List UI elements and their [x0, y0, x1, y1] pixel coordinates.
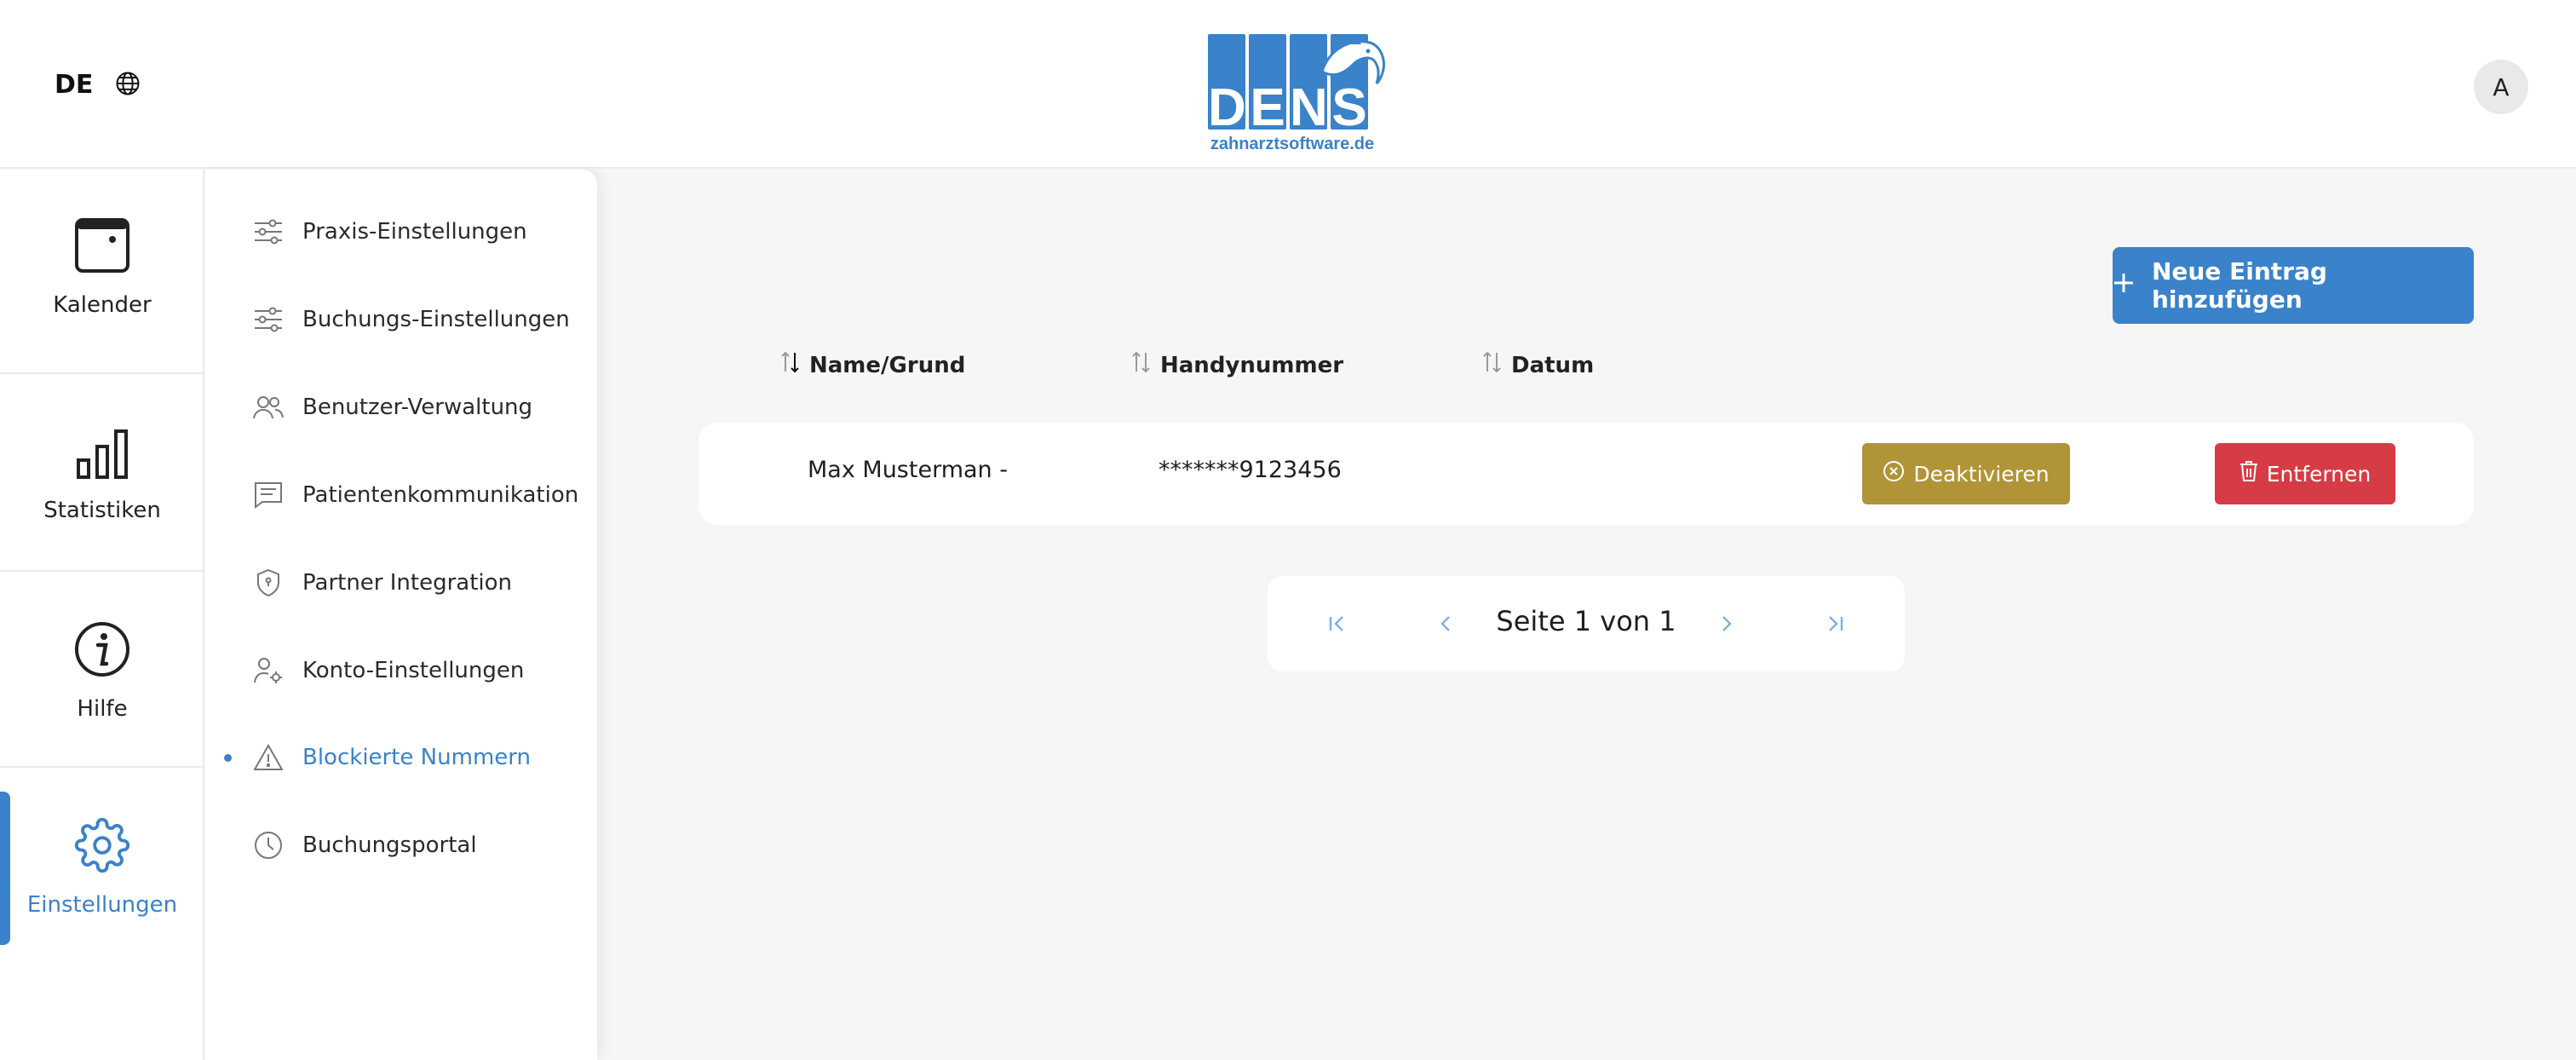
settings-submenu: Praxis-Einstellungen Buchungs-Einstellun…: [205, 170, 597, 1060]
nav-label: Statistiken: [43, 498, 161, 523]
deactivate-button[interactable]: Deaktivieren: [1862, 443, 2070, 504]
user-avatar[interactable]: A: [2474, 60, 2528, 114]
column-label: Name/Grund: [809, 352, 966, 378]
row-name: Max Musterman -: [808, 457, 1008, 483]
gear-icon: [74, 817, 130, 877]
logo-letter: E: [1250, 78, 1285, 137]
submenu-label: Buchungs-Einstellungen: [302, 307, 570, 332]
main-navigation: Kalender Statistiken Hilfe Einstellungen: [0, 170, 204, 1060]
column-label: Handynummer: [1160, 352, 1344, 378]
dens-logo[interactable]: D E N S zahnarztsoftware.de: [1203, 31, 1390, 158]
last-page-button[interactable]: [1818, 607, 1852, 641]
user-gear-icon: [253, 655, 284, 686]
pagination: Seite 1 von 1: [1268, 576, 1905, 671]
submenu-buchungsportal[interactable]: Buchungsportal: [253, 820, 477, 871]
chat-icon: [253, 480, 284, 510]
plus-icon: [2113, 272, 2135, 300]
submenu-label: Buchungsportal: [302, 832, 477, 858]
last-page-icon: [1829, 616, 1843, 631]
column-label: Datum: [1511, 352, 1595, 378]
logo-letter: D: [1208, 78, 1246, 137]
column-header-name[interactable]: Name/Grund: [780, 351, 965, 379]
page-indicator: Seite 1 von 1: [1496, 605, 1676, 637]
calendar-icon: [74, 217, 130, 277]
nav-hilfe[interactable]: Hilfe: [0, 573, 204, 769]
sort-icon: [1482, 351, 1503, 379]
sort-icon: [1131, 351, 1152, 379]
language-code: DE: [55, 70, 94, 100]
add-entry-label: Neue Eintrag hinzufügen: [2152, 257, 2327, 314]
row-phone: *******9123456: [1159, 457, 1342, 483]
column-header-datum[interactable]: Datum: [1482, 351, 1594, 379]
submenu-benutzer-verwaltung[interactable]: Benutzer-Verwaltung: [253, 382, 532, 433]
active-dot: [224, 754, 232, 762]
sliders-icon: [253, 304, 284, 335]
language-switcher[interactable]: DE: [55, 70, 141, 100]
column-header-handynummer[interactable]: Handynummer: [1131, 351, 1343, 379]
warning-icon: [253, 742, 284, 773]
nav-einstellungen[interactable]: Einstellungen: [0, 769, 204, 965]
add-entry-button[interactable]: Neue Eintrag hinzufügen: [2113, 247, 2474, 324]
submenu-label: Praxis-Einstellungen: [302, 219, 527, 245]
submenu-buchungs-einstellungen[interactable]: Buchungs-Einstellungen: [253, 294, 570, 345]
top-header: DE D E N S zahnarztsoftware.de A: [0, 0, 2576, 169]
nav-kalender[interactable]: Kalender: [0, 170, 204, 366]
submenu-label: Konto-Einstellungen: [302, 658, 525, 683]
logo-subtitle: zahnarztsoftware.de: [1210, 135, 1375, 153]
info-icon: [74, 621, 130, 681]
bar-chart-icon: [75, 428, 129, 482]
next-page-button[interactable]: [1709, 607, 1743, 641]
nav-label: Einstellungen: [26, 892, 178, 918]
submenu-label: Patientenkommunikation: [302, 482, 579, 508]
trash-icon: [2240, 460, 2258, 487]
nav-statistiken[interactable]: Statistiken: [0, 377, 204, 573]
submenu-label: Partner Integration: [302, 570, 513, 596]
shield-icon: [253, 567, 284, 598]
remove-button[interactable]: Entfernen: [2215, 443, 2395, 504]
submenu-blockierte-nummern[interactable]: Blockierte Nummern: [224, 732, 531, 783]
submenu-konto-einstellungen[interactable]: Konto-Einstellungen: [253, 645, 524, 696]
remove-label: Entfernen: [2266, 461, 2372, 487]
sliders-icon: [253, 216, 284, 247]
submenu-label: Benutzer-Verwaltung: [302, 395, 533, 420]
globe-icon: [115, 71, 141, 100]
nav-label: Kalender: [53, 292, 152, 318]
cancel-circle-icon: [1883, 460, 1905, 487]
dolphin-icon: [1320, 34, 1385, 85]
submenu-praxis-einstellungen[interactable]: Praxis-Einstellungen: [253, 206, 527, 257]
nav-label: Hilfe: [77, 696, 128, 722]
chevron-right-icon: [1722, 616, 1732, 631]
users-icon: [253, 392, 284, 423]
clock-icon: [253, 830, 284, 861]
sort-icon: [780, 351, 801, 379]
submenu-patientenkommunikation[interactable]: Patientenkommunikation: [253, 470, 578, 521]
submenu-label: Blockierte Nummern: [302, 745, 531, 770]
deactivate-label: Deaktivieren: [1913, 461, 2050, 487]
table-row: Max Musterman - *******9123456 Deaktivie…: [699, 423, 2474, 525]
submenu-partner-integration[interactable]: Partner Integration: [253, 557, 512, 608]
